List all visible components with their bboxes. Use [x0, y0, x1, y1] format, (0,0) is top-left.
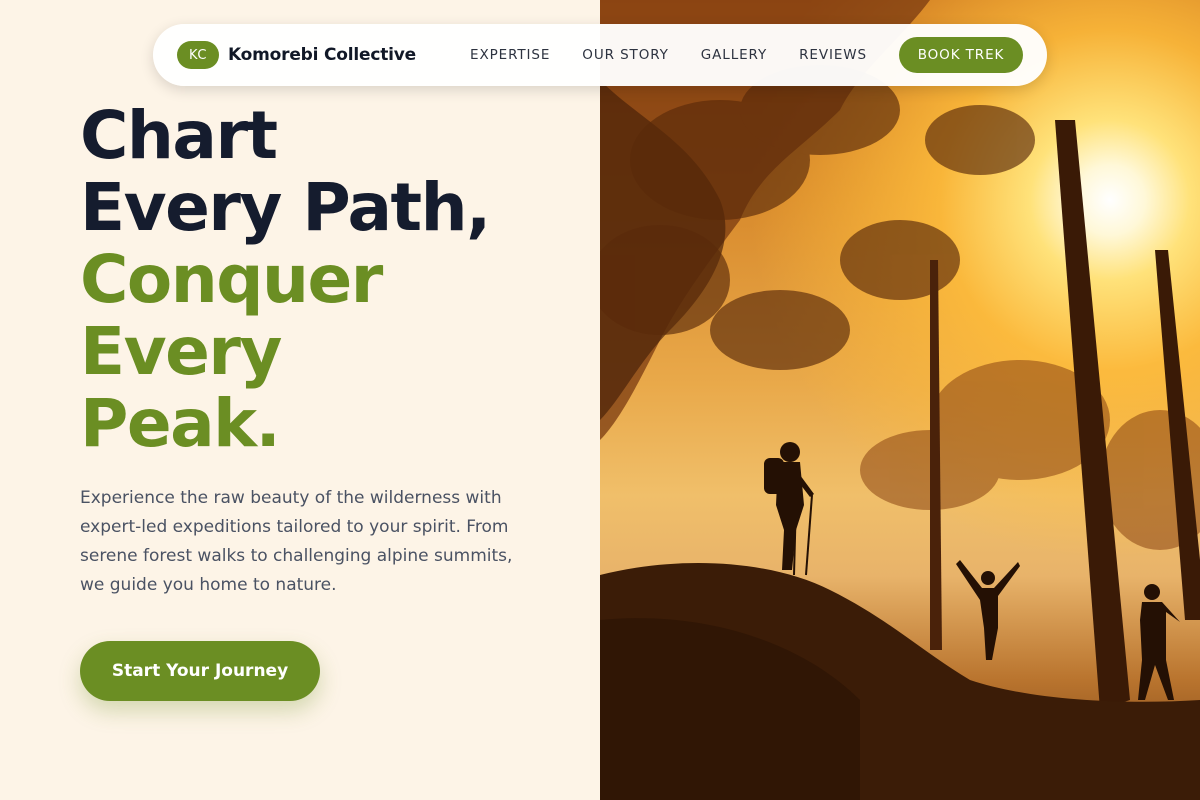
nav-link-gallery[interactable]: GALLERY: [701, 47, 767, 63]
brand-name[interactable]: Komorebi Collective: [228, 45, 416, 65]
logo-badge[interactable]: KC: [177, 41, 219, 69]
hero-description: Experience the raw beauty of the wildern…: [80, 488, 513, 595]
headline-line: Every Path,: [80, 169, 491, 246]
headline-line-accent: Peak.: [80, 385, 281, 462]
nav-link-our-story[interactable]: OUR STORY: [582, 47, 668, 63]
headline-line-accent: Every: [80, 313, 282, 390]
nav-link-reviews[interactable]: REVIEWS: [799, 47, 867, 63]
top-navbar: KC Komorebi Collective EXPERTISE OUR STO…: [153, 24, 1047, 86]
forest-sunset-illustration: [600, 0, 1200, 800]
headline-line: Chart: [80, 97, 278, 174]
start-journey-button[interactable]: Start Your Journey: [80, 641, 320, 701]
headline-line-accent: Conquer: [80, 241, 383, 318]
nav-links: EXPERTISE OUR STORY GALLERY REVIEWS BOOK…: [470, 37, 1023, 73]
book-trek-button[interactable]: BOOK TREK: [899, 37, 1023, 73]
nav-link-expertise[interactable]: EXPERTISE: [470, 47, 550, 63]
hero-photo-forest-hikers: [600, 0, 1200, 800]
hero-headline: Chart Every Path, Conquer Every Peak.: [80, 100, 600, 460]
